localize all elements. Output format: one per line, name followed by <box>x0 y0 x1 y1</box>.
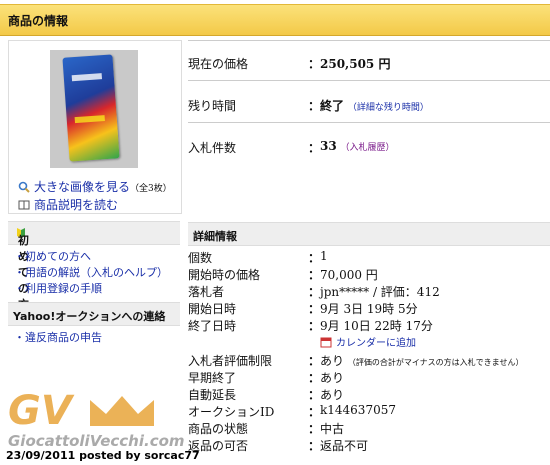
detail-value: 1 <box>320 249 328 263</box>
beginner-section-header: 初めての方 <box>8 221 180 311</box>
magnifier-icon <box>18 181 30 193</box>
detail-value: あり <box>320 354 345 368</box>
colon: ： <box>308 405 321 419</box>
detail-label: 開始日時 <box>188 302 237 316</box>
sidebar-item-glossary[interactable]: ・用語の解説（入札のヘルプ） <box>14 264 168 280</box>
detail-label: 自動延長 <box>188 388 237 402</box>
colon: ： <box>308 57 321 71</box>
detail-label: 終了日時 <box>188 319 237 333</box>
detail-value: 9月 3日 19時 5分 <box>320 302 418 316</box>
detail-value: jpn***** / 評価：412 <box>320 285 440 299</box>
product-image[interactable] <box>50 50 138 168</box>
colon: ： <box>308 422 321 436</box>
bid-restriction-note: （評価の合計がマイナスの方は入札できません） <box>347 358 524 367</box>
detail-label: 早期終了 <box>188 371 237 385</box>
detail-value: あり <box>320 371 345 385</box>
colon: ： <box>308 141 321 155</box>
colon: ： <box>308 388 321 402</box>
time-detail-link[interactable]: （詳細な残り時間） <box>348 103 429 113</box>
bids-value: 33 <box>320 139 337 153</box>
colon: ： <box>308 251 321 265</box>
bid-history-link[interactable]: （入札履歴） <box>341 143 395 153</box>
sidebar-item-first-time[interactable]: ・初めての方へ <box>14 248 91 264</box>
image-count: （全3枚） <box>130 184 172 194</box>
detail-value: 9月 10日 22時 17分 <box>320 319 433 333</box>
detail-value: k144637057 <box>320 403 396 417</box>
detail-label: 入札者評価制限 <box>188 354 273 368</box>
detail-value: 返品不可 <box>320 439 369 453</box>
colon: ： <box>308 302 321 316</box>
details-section-header: 詳細情報 <box>188 222 550 246</box>
sidebar-item-report-violation[interactable]: ・違反商品の申告 <box>14 329 102 345</box>
read-description-label[interactable]: 商品説明を読む <box>34 198 118 212</box>
detail-value: あり <box>320 388 345 402</box>
details-title: 詳細情報 <box>193 230 237 243</box>
colon: ： <box>308 354 321 368</box>
detail-label: 落札者 <box>188 285 225 299</box>
enlarge-image-label[interactable]: 大きな画像を見る <box>34 180 130 194</box>
time-label: 残り時間 <box>188 99 237 113</box>
colon: ： <box>308 319 321 333</box>
divider <box>188 122 550 123</box>
detail-value: 中古 <box>320 422 345 436</box>
sidebar-item-registration[interactable]: ・利用登録の手順 <box>14 280 102 296</box>
enlarge-image-link[interactable]: 大きな画像を見る（全3枚） <box>18 178 172 195</box>
detail-value: 70,000 円 <box>320 268 378 282</box>
colon: ： <box>308 371 321 385</box>
calendar-icon <box>320 337 332 348</box>
detail-label: 商品の状態 <box>188 422 249 436</box>
detail-label: 個数 <box>188 251 213 265</box>
detail-label: 開始時の価格 <box>188 268 261 282</box>
post-credit: 23/09/2011 posted by sorcac77 <box>6 449 200 462</box>
section-title: 商品の情報 <box>8 14 69 28</box>
contact-title: Yahoo!オークションへの連絡 <box>13 310 166 323</box>
watermark-site: GiocattoliVecchi.com <box>8 432 185 450</box>
bids-label: 入札件数 <box>188 141 237 155</box>
beginner-title: 初めての方 <box>13 227 31 311</box>
time-value: 終了 <box>320 99 345 113</box>
detail-label: オークションID <box>188 405 275 419</box>
read-description-link[interactable]: 商品説明を読む <box>18 196 118 213</box>
add-to-calendar-link[interactable]: カレンダーに追加 <box>320 334 416 349</box>
colon: ： <box>308 285 321 299</box>
crown-icon <box>90 396 154 426</box>
price-value: 250,505 円 <box>320 57 391 71</box>
colon: ： <box>308 439 321 453</box>
section-header: 商品の情報 <box>0 4 550 36</box>
price-label: 現在の価格 <box>188 57 249 71</box>
book-icon <box>18 200 30 210</box>
colon: ： <box>308 268 321 282</box>
divider <box>188 80 550 81</box>
toy-box-image <box>62 54 120 162</box>
divider <box>188 40 550 41</box>
contact-section-header: Yahoo!オークションへの連絡 <box>8 302 180 326</box>
watermark-logo: GV <box>8 388 72 434</box>
colon: ： <box>308 99 321 113</box>
